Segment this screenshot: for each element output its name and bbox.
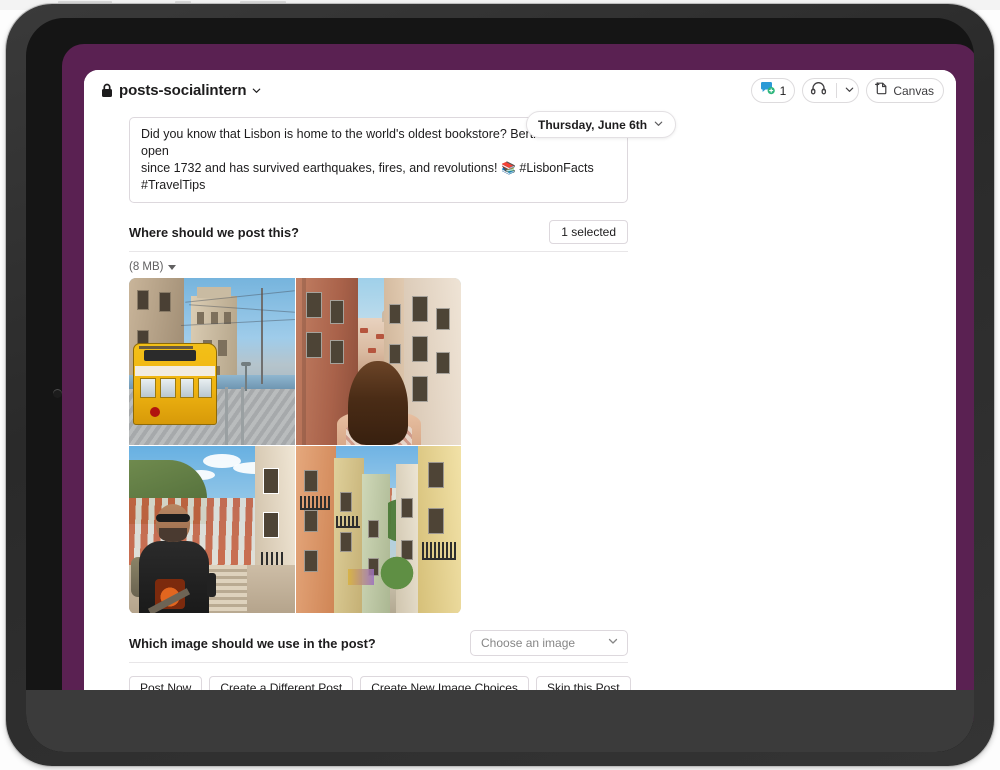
chevron-down-icon <box>607 634 619 652</box>
canvas-button[interactable]: Canvas <box>866 78 944 103</box>
channel-header: posts-socialintern 1 Canvas <box>84 70 956 111</box>
slack-content-pane: posts-socialintern 1 Canvas Did you know… <box>84 70 956 706</box>
attachment-size-label: (8 MB) <box>129 261 164 273</box>
image-select-placeholder: Choose an image <box>481 636 576 650</box>
message-body: Did you know that Lisbon is home to the … <box>84 111 956 706</box>
post-text-line-2: since 1732 and has survived earthquakes,… <box>141 160 617 194</box>
which-image-field: Which image should we use in the post? C… <box>129 624 628 663</box>
channel-name: posts-socialintern <box>119 82 247 99</box>
date-pill-label: Thursday, June 6th <box>538 117 648 132</box>
chevron-down-icon <box>251 85 262 96</box>
chevron-down-icon[interactable] <box>844 82 855 100</box>
chevron-down-icon <box>653 116 664 134</box>
attachment-image-grid <box>129 278 461 614</box>
headphones-icon <box>810 81 827 100</box>
books-emoji-icon: 📚 <box>500 161 516 175</box>
slack-app-window: posts-socialintern 1 Canvas Did you know… <box>62 44 974 730</box>
huddle-button[interactable] <box>802 78 860 103</box>
channel-title[interactable]: posts-socialintern <box>100 82 262 99</box>
image-select[interactable]: Choose an image <box>470 630 628 656</box>
attachment-size-toggle[interactable]: (8 MB) <box>129 261 628 273</box>
channels-selected-button[interactable]: 1 selected <box>549 220 628 244</box>
members-icon <box>759 80 776 101</box>
header-actions: 1 Canvas <box>750 78 944 103</box>
tablet-screen-bezel: posts-socialintern 1 Canvas Did you know… <box>26 18 974 752</box>
content-column: Did you know that Lisbon is home to the … <box>129 117 631 706</box>
post-text-line-2a: since 1732 and has survived earthquakes,… <box>141 161 498 175</box>
which-image-label: Which image should we use in the post? <box>129 635 376 651</box>
image-tile-yellow-tram[interactable] <box>129 278 295 445</box>
members-count: 1 <box>779 83 787 98</box>
where-to-post-field: Where should we post this? 1 selected <box>129 213 628 252</box>
lock-icon <box>100 83 114 98</box>
caret-down-icon <box>167 264 176 270</box>
tablet-bottom-bezel <box>26 690 974 752</box>
image-tile-colorful-street[interactable] <box>296 446 461 613</box>
where-to-post-label: Where should we post this? <box>129 224 299 240</box>
canvas-icon <box>874 81 889 101</box>
members-button[interactable]: 1 <box>750 78 796 103</box>
date-pill[interactable]: Thursday, June 6th <box>526 111 677 138</box>
image-tile-man-sunglasses[interactable] <box>129 446 295 613</box>
camera-icon <box>53 389 62 398</box>
image-tile-woman-street[interactable] <box>296 278 461 445</box>
tablet-device-frame: posts-socialintern 1 Canvas Did you know… <box>6 4 994 766</box>
canvas-label: Canvas <box>893 83 934 98</box>
divider <box>836 83 838 98</box>
